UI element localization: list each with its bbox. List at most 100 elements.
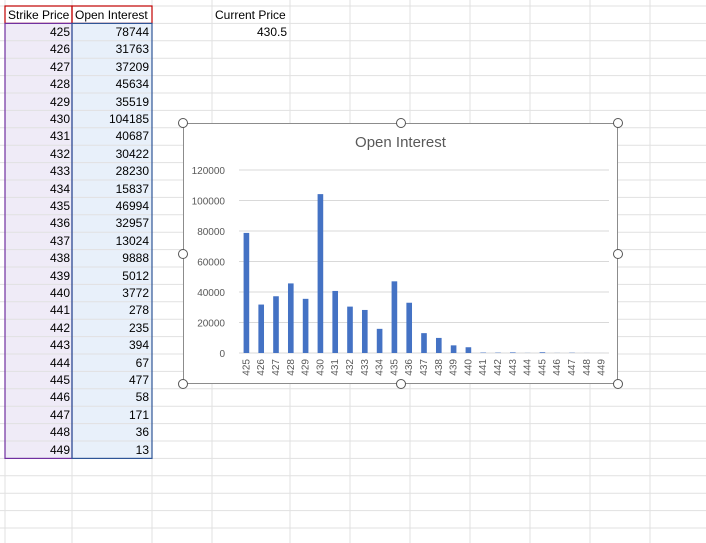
x-tick-label: 439 bbox=[449, 359, 460, 376]
open-interest-cell[interactable]: 32957 bbox=[75, 215, 149, 232]
open-interest-cell[interactable]: 31763 bbox=[75, 41, 149, 58]
chart-resize-handle-n[interactable] bbox=[396, 118, 406, 128]
open-interest-cell[interactable]: 5012 bbox=[75, 268, 149, 285]
open-interest-chart[interactable]: Open Interest 02000040000600008000010000… bbox=[183, 123, 618, 384]
bar[interactable] bbox=[362, 310, 368, 353]
x-tick-label: 445 bbox=[537, 359, 548, 376]
bar[interactable] bbox=[258, 305, 264, 353]
bar[interactable] bbox=[377, 329, 383, 353]
chart-resize-handle-w[interactable] bbox=[178, 249, 188, 259]
header-current-price[interactable]: Current Price bbox=[215, 7, 286, 24]
header-strike-price[interactable]: Strike Price bbox=[8, 7, 69, 24]
strike-price-cell[interactable]: 429 bbox=[8, 94, 70, 111]
y-tick-label: 20000 bbox=[197, 319, 225, 330]
bar[interactable] bbox=[288, 283, 294, 353]
open-interest-cell[interactable]: 13024 bbox=[75, 233, 149, 250]
bar[interactable] bbox=[540, 352, 546, 353]
open-interest-cell[interactable]: 3772 bbox=[75, 285, 149, 302]
strike-price-cell[interactable]: 426 bbox=[8, 41, 70, 58]
strike-price-cell[interactable]: 441 bbox=[8, 302, 70, 319]
bar[interactable] bbox=[421, 333, 427, 353]
strike-price-cell[interactable]: 434 bbox=[8, 181, 70, 198]
bar[interactable] bbox=[303, 299, 309, 353]
strike-price-cell[interactable]: 446 bbox=[8, 389, 70, 406]
strike-price-cell[interactable]: 438 bbox=[8, 250, 70, 267]
bar[interactable] bbox=[406, 303, 412, 353]
open-interest-cell[interactable]: 36 bbox=[75, 424, 149, 441]
strike-price-cell[interactable]: 428 bbox=[8, 76, 70, 93]
bar[interactable] bbox=[451, 345, 457, 353]
x-tick-label: 441 bbox=[478, 359, 489, 376]
chart-resize-handle-e[interactable] bbox=[613, 249, 623, 259]
x-tick-label: 429 bbox=[301, 359, 312, 376]
chart-resize-handle-ne[interactable] bbox=[613, 118, 623, 128]
x-tick-label: 443 bbox=[508, 359, 519, 376]
x-tick-label: 432 bbox=[345, 359, 356, 376]
open-interest-cell[interactable]: 477 bbox=[75, 372, 149, 389]
bar[interactable] bbox=[436, 338, 442, 353]
strike-price-cell[interactable]: 436 bbox=[8, 215, 70, 232]
strike-price-cell[interactable]: 440 bbox=[8, 285, 70, 302]
y-tick-label: 0 bbox=[219, 349, 225, 360]
strike-price-cell[interactable]: 449 bbox=[8, 442, 70, 459]
open-interest-cell[interactable]: 171 bbox=[75, 407, 149, 424]
strike-price-cell[interactable]: 448 bbox=[8, 424, 70, 441]
bar[interactable] bbox=[318, 194, 324, 353]
strike-price-cell[interactable]: 444 bbox=[8, 355, 70, 372]
open-interest-cell[interactable]: 45634 bbox=[75, 76, 149, 93]
x-tick-label: 442 bbox=[493, 359, 504, 376]
chart-resize-handle-s[interactable] bbox=[396, 379, 406, 389]
x-tick-label: 426 bbox=[256, 359, 267, 376]
bar[interactable] bbox=[332, 291, 338, 353]
strike-price-cell[interactable]: 433 bbox=[8, 163, 70, 180]
strike-price-cell[interactable]: 445 bbox=[8, 372, 70, 389]
open-interest-cell[interactable]: 67 bbox=[75, 355, 149, 372]
strike-price-cell[interactable]: 439 bbox=[8, 268, 70, 285]
open-interest-cell[interactable]: 37209 bbox=[75, 59, 149, 76]
bar[interactable] bbox=[244, 233, 250, 353]
y-tick-label: 60000 bbox=[197, 258, 225, 269]
open-interest-cell[interactable]: 30422 bbox=[75, 146, 149, 163]
strike-price-cell[interactable]: 437 bbox=[8, 233, 70, 250]
y-tick-label: 80000 bbox=[197, 227, 225, 238]
open-interest-cell[interactable]: 35519 bbox=[75, 94, 149, 111]
strike-price-cell[interactable]: 425 bbox=[8, 24, 70, 41]
strike-price-cell[interactable]: 442 bbox=[8, 320, 70, 337]
current-price-value[interactable]: 430.5 bbox=[215, 24, 287, 41]
x-tick-label: 444 bbox=[523, 359, 534, 376]
strike-price-cell[interactable]: 432 bbox=[8, 146, 70, 163]
chart-resize-handle-nw[interactable] bbox=[178, 118, 188, 128]
open-interest-cell[interactable]: 15837 bbox=[75, 181, 149, 198]
x-tick-label: 438 bbox=[434, 359, 445, 376]
bar[interactable] bbox=[392, 281, 398, 353]
strike-price-cell[interactable]: 443 bbox=[8, 337, 70, 354]
y-tick-label: 40000 bbox=[197, 288, 225, 299]
open-interest-cell[interactable]: 235 bbox=[75, 320, 149, 337]
open-interest-cell[interactable]: 78744 bbox=[75, 24, 149, 41]
bar[interactable] bbox=[273, 296, 279, 353]
strike-price-cell[interactable]: 427 bbox=[8, 59, 70, 76]
open-interest-cell[interactable]: 13 bbox=[75, 442, 149, 459]
bar[interactable] bbox=[466, 347, 472, 353]
x-tick-label: 447 bbox=[567, 359, 578, 376]
x-tick-label: 449 bbox=[597, 359, 608, 376]
open-interest-cell[interactable]: 278 bbox=[75, 302, 149, 319]
strike-price-cell[interactable]: 430 bbox=[8, 111, 70, 128]
open-interest-cell[interactable]: 9888 bbox=[75, 250, 149, 267]
header-open-interest[interactable]: Open Interest bbox=[75, 7, 148, 24]
strike-price-cell[interactable]: 431 bbox=[8, 128, 70, 145]
chart-resize-handle-se[interactable] bbox=[613, 379, 623, 389]
strike-price-cell[interactable]: 447 bbox=[8, 407, 70, 424]
open-interest-cell[interactable]: 46994 bbox=[75, 198, 149, 215]
open-interest-cell[interactable]: 104185 bbox=[75, 111, 149, 128]
spreadsheet[interactable]: Strike Price Open Interest Current Price… bbox=[0, 0, 706, 543]
bar[interactable] bbox=[510, 352, 516, 353]
open-interest-cell[interactable]: 40687 bbox=[75, 128, 149, 145]
open-interest-cell[interactable]: 28230 bbox=[75, 163, 149, 180]
open-interest-cell[interactable]: 394 bbox=[75, 337, 149, 354]
chart-resize-handle-sw[interactable] bbox=[178, 379, 188, 389]
bar[interactable] bbox=[347, 307, 353, 353]
open-interest-cell[interactable]: 58 bbox=[75, 389, 149, 406]
strike-price-cell[interactable]: 435 bbox=[8, 198, 70, 215]
x-tick-label: 430 bbox=[315, 359, 326, 376]
